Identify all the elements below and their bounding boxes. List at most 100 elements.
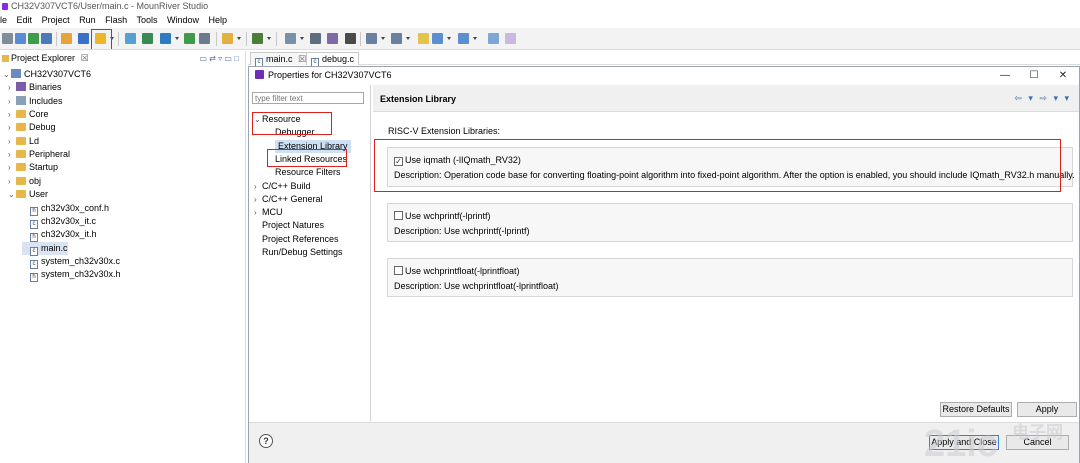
chevron-down-icon[interactable] [381,37,385,40]
minimize-icon[interactable]: ▭ [224,54,232,63]
build-icon[interactable] [78,33,89,44]
tree-item-startup[interactable]: › Startup [8,161,58,174]
chevron-down-icon[interactable]: ⌄ [3,68,11,81]
nav-item-project-references[interactable]: Project References [254,233,339,246]
collapse-all-icon[interactable]: ▭ [199,54,207,63]
tree-item-system-ch32v30x-c[interactable]: c system_ch32v30x.c [22,255,120,269]
chevron-right-icon[interactable]: › [8,108,16,121]
debug-icon[interactable] [142,33,153,44]
tree-item-system-ch32v30x-h[interactable]: h system_ch32v30x.h [22,268,121,283]
chevron-right-icon[interactable]: › [8,81,16,94]
chevron-down-icon[interactable] [300,37,304,40]
nav-item-c-c-general[interactable]: › C/C++ General [254,193,323,206]
tree-item-main-c[interactable]: c main.c [22,241,68,256]
minimize-button[interactable]: — [993,67,1017,84]
chevron-right-icon[interactable]: › [8,175,16,188]
chevron-right-icon[interactable]: › [254,193,262,206]
nav-item-project-natures[interactable]: Project Natures [254,219,324,232]
search-icon[interactable] [285,33,296,44]
menu-run[interactable]: Run [79,15,96,25]
checkbox[interactable] [394,266,403,275]
menu-file[interactable]: le [0,15,7,25]
highlight-box [267,149,347,167]
pin-editor-icon[interactable] [488,33,499,44]
chevron-down-icon[interactable] [406,37,410,40]
tab-debug-c[interactable]: c debug.c [306,52,360,67]
chevron-down-icon[interactable] [175,37,179,40]
tree-item-debug[interactable]: › Debug [8,121,56,134]
help-button[interactable]: ? [259,434,273,448]
page-nav-arrows[interactable]: ⇦ ▾ ⇨ ▾ ▾ [1014,93,1071,104]
clean-icon[interactable] [61,33,72,44]
tree-item-peripheral[interactable]: › Peripheral [8,148,70,161]
last-edit-icon[interactable] [418,33,429,44]
menu-help[interactable]: Help [209,15,228,25]
save-icon[interactable] [15,33,26,44]
tree-item-ld[interactable]: › Ld [8,135,39,148]
tab-main-c[interactable]: c main.c ☒ [250,52,312,67]
nav-item-mcu[interactable]: › MCU [254,206,283,219]
tree-item-includes[interactable]: › Includes [8,95,63,108]
chevron-down-icon[interactable] [473,37,477,40]
prev-annotation-icon[interactable] [391,33,402,44]
chevron-right-icon[interactable]: › [8,161,16,174]
close-icon[interactable]: ☒ [298,54,306,64]
folder-icon [16,163,26,172]
extension-checkbox-row[interactable]: Use wchprintf(-lprintf) [394,211,491,222]
save-all-icon[interactable] [28,33,39,44]
chevron-right-icon[interactable]: › [8,95,16,108]
chevron-right-icon[interactable]: › [8,148,16,161]
extension-checkbox-row[interactable]: Use wchprintfloat(-lprintfloat) [394,266,520,277]
menu-window[interactable]: Window [167,15,199,25]
tree-item-ch32v30x-it-h[interactable]: h ch32v30x_it.h [22,228,97,243]
chevron-right-icon[interactable]: › [254,206,262,219]
nav-item-run-debug-settings[interactable]: Run/Debug Settings [254,246,343,259]
tree-item-obj[interactable]: › obj [8,175,41,188]
menu-tools[interactable]: Tools [136,15,157,25]
close-button[interactable]: ✕ [1051,67,1075,84]
chevron-down-icon[interactable] [237,37,241,40]
back-icon[interactable] [432,33,443,44]
menu-project[interactable]: Project [42,15,70,25]
next-annotation-icon[interactable] [366,33,377,44]
project-explorer-tab[interactable]: Project Explorer ☒ ▭ ⇄ ▿ ▭ □ [0,51,245,66]
tree-item-ch32v30x-it-c[interactable]: c ch32v30x_it.c [22,215,96,229]
nav-item-c-c-build[interactable]: › C/C++ Build [254,180,311,193]
watermark-logo: 21ic 电子网 [924,422,1063,463]
download-icon[interactable] [160,33,171,44]
maximize-button[interactable]: ☐ [1022,67,1046,84]
chevron-right-icon[interactable]: › [8,135,16,148]
tree-item-ch32v30x-conf-h[interactable]: h ch32v30x_conf.h [22,202,109,216]
open-type-icon[interactable] [310,33,321,44]
filter-input[interactable] [252,92,364,104]
view-menu-icon[interactable]: ▿ [218,54,222,63]
new-icon[interactable] [2,33,13,44]
open-element-icon[interactable] [327,33,338,44]
open-icon[interactable] [41,33,52,44]
tree-item-user[interactable]: ⌄ User [8,188,48,201]
forward-icon[interactable] [458,33,469,44]
menu-edit[interactable]: Edit [17,15,33,25]
chevron-right-icon[interactable]: › [8,121,16,134]
erase-icon[interactable] [184,33,195,44]
tree-item-binaries[interactable]: › Binaries [8,81,62,94]
clear-icon[interactable] [505,33,516,44]
tree-item-core[interactable]: › Core [8,108,49,121]
link-editor-icon[interactable]: ⇄ [209,54,216,63]
chevron-down-icon[interactable] [447,37,451,40]
menu-flash[interactable]: Flash [105,15,127,25]
external-tools-icon[interactable] [252,33,263,44]
terminal-icon[interactable] [125,33,136,44]
chevron-right-icon[interactable]: › [254,180,262,193]
chevron-down-icon[interactable]: ⌄ [8,188,16,201]
checkbox[interactable] [394,211,403,220]
chevron-down-icon[interactable] [267,37,271,40]
tree-item-ch32v307vct6[interactable]: ⌄ CH32V307VCT6 [3,68,91,81]
verify-icon[interactable] [199,33,210,44]
nav-item-resource-filters[interactable]: Resource Filters [275,166,341,179]
editor-tab-bar: c main.c ☒ c debug.c [248,51,1080,67]
maximize-icon[interactable]: □ [234,54,239,63]
toggle-mark-icon[interactable] [345,33,356,44]
close-icon[interactable]: ☒ [81,53,89,63]
run-icon[interactable] [222,33,233,44]
